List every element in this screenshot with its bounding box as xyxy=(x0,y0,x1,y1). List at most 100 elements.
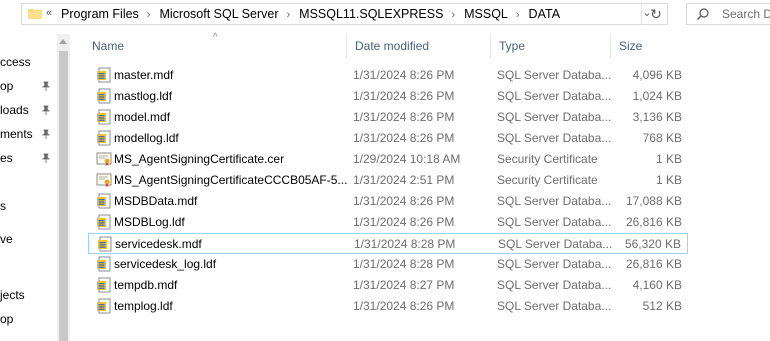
sql-file-icon xyxy=(96,109,112,125)
file-type: SQL Server Databa... xyxy=(497,89,611,103)
refresh-icon: ↻ xyxy=(650,6,662,22)
column-header-date-modified[interactable]: Date modified xyxy=(346,34,490,59)
file-date-modified: 1/29/2024 10:18 AM xyxy=(353,152,461,166)
nav-pane-scrollbar[interactable] xyxy=(57,34,70,341)
file-name: MSDBLog.ldf xyxy=(114,215,185,229)
breadcrumb-separator-icon[interactable]: › xyxy=(516,9,520,21)
file-name: master.mdf xyxy=(114,68,174,82)
file-row[interactable]: servicedesk_log.ldf 1/31/2024 8:28 PM SQL … xyxy=(88,254,688,275)
file-row[interactable]: tempdb.mdf 1/31/2024 8:27 PM SQL Server Da… xyxy=(88,275,688,296)
overflow-chevron-icon[interactable]: « xyxy=(46,7,52,19)
nav-item-3d-objects[interactable]: jects xyxy=(0,288,25,302)
scroll-up-arrow-icon[interactable] xyxy=(59,39,67,44)
nav-item-downloads[interactable]: loads xyxy=(0,103,29,117)
breadcrumb-item[interactable]: Microsoft SQL Server xyxy=(159,7,278,21)
sql-file-icon xyxy=(97,236,113,252)
breadcrumb-item-current[interactable]: DATA xyxy=(529,7,560,21)
nav-item-drive[interactable]: ve xyxy=(0,232,13,246)
file-name: model.mdf xyxy=(114,110,171,124)
nav-item-desktop[interactable]: op xyxy=(0,79,13,93)
pin-icon xyxy=(42,81,50,91)
file-row[interactable]: MSDBLog.ldf 1/31/2024 8:26 PM SQL Server D… xyxy=(88,212,688,233)
file-row[interactable]: modellog.ldf 1/31/2024 8:26 PM SQL Server … xyxy=(88,128,688,149)
file-size: 26,816 KB xyxy=(625,215,682,229)
file-type: SQL Server Databa... xyxy=(498,237,612,251)
nav-item-documents[interactable]: ments xyxy=(0,127,33,141)
address-bar-row: « Program Files › Microsoft SQL Server › MSS… xyxy=(0,0,770,30)
breadcrumb-separator-icon[interactable]: › xyxy=(147,9,151,21)
column-headers: ^ Name Date modified Type Size xyxy=(84,32,690,59)
file-name: servicedesk_log.ldf xyxy=(114,257,217,271)
pin-icon xyxy=(42,105,50,115)
file-date-modified: 1/31/2024 8:28 PM xyxy=(353,257,455,271)
breadcrumb-separator-icon[interactable]: › xyxy=(451,9,455,21)
search-icon xyxy=(697,8,709,20)
pin-icon xyxy=(42,153,50,163)
sql-file-icon xyxy=(96,130,112,146)
nav-item-pictures[interactable]: es xyxy=(0,151,13,165)
file-size: 4,096 KB xyxy=(632,68,682,82)
file-date-modified: 1/31/2024 2:51 PM xyxy=(353,173,455,187)
breadcrumb-item[interactable]: MSSQL xyxy=(464,7,508,21)
file-name: templog.ldf xyxy=(114,299,173,313)
file-type: SQL Server Databa... xyxy=(497,68,611,82)
file-type: SQL Server Databa... xyxy=(497,110,611,124)
column-header-type[interactable]: Type xyxy=(490,34,610,59)
breadcrumb: Program Files › Microsoft SQL Server › MSSQL… xyxy=(61,7,560,21)
file-type: SQL Server Databa... xyxy=(497,299,611,313)
pin-icon xyxy=(42,129,50,139)
search-placeholder: Search D xyxy=(722,7,770,21)
column-header-size[interactable]: Size xyxy=(610,34,690,59)
file-size: 26,816 KB xyxy=(625,257,682,271)
sql-file-icon xyxy=(96,277,112,293)
search-input[interactable]: Search D xyxy=(686,3,770,25)
file-row-selected[interactable]: servicedesk.mdf 1/31/2024 8:28 PM SQL Serv… xyxy=(88,233,688,254)
file-size: 56,320 KB xyxy=(624,237,681,251)
file-date-modified: 1/31/2024 8:26 PM xyxy=(353,68,455,82)
breadcrumb-separator-icon[interactable]: › xyxy=(286,9,290,21)
file-name: modellog.ldf xyxy=(114,131,179,145)
breadcrumb-item[interactable]: MSSQL11.SQLEXPRESS xyxy=(299,7,443,21)
file-size: 768 KB xyxy=(642,131,682,145)
nav-item-quick-access[interactable]: ccess xyxy=(0,55,31,69)
address-bar[interactable]: « Program Files › Microsoft SQL Server › MSS… xyxy=(21,3,668,25)
file-date-modified: 1/31/2024 8:26 PM xyxy=(353,299,455,313)
file-name: mastlog.ldf xyxy=(114,89,173,103)
file-type: Security Certificate xyxy=(497,173,598,187)
sql-file-icon xyxy=(96,67,112,83)
sql-file-icon xyxy=(96,88,112,104)
file-size: 17,088 KB xyxy=(625,194,682,208)
file-date-modified: 1/31/2024 8:26 PM xyxy=(353,215,455,229)
file-type: Security Certificate xyxy=(497,152,598,166)
file-row[interactable]: mastlog.ldf 1/31/2024 8:26 PM SQL Server D… xyxy=(88,86,688,107)
nav-item-desktop-2[interactable]: op xyxy=(0,312,13,326)
scrollbar-thumb[interactable] xyxy=(59,51,68,341)
file-row[interactable]: templog.ldf 1/31/2024 8:26 PM SQL Server D… xyxy=(88,296,688,317)
sql-file-icon xyxy=(96,214,112,230)
file-row[interactable]: model.mdf 1/31/2024 8:26 PM SQL Server Dat… xyxy=(88,107,688,128)
file-date-modified: 1/31/2024 8:26 PM xyxy=(353,194,455,208)
file-name: servicedesk.mdf xyxy=(115,237,202,251)
file-type: SQL Server Databa... xyxy=(497,131,611,145)
file-date-modified: 1/31/2024 8:26 PM xyxy=(353,110,455,124)
navigation-pane: ccess op loads ments es s ve jects op xyxy=(0,34,55,341)
file-size: 1,024 KB xyxy=(632,89,682,103)
file-row[interactable]: MSDBData.mdf 1/31/2024 8:26 PM SQL Server … xyxy=(88,191,688,212)
file-size: 4,160 KB xyxy=(632,278,682,292)
file-row[interactable]: MS_AgentSigningCertificate.cer 1/29/2024 … xyxy=(88,149,688,170)
file-date-modified: 1/31/2024 8:28 PM xyxy=(354,237,456,251)
refresh-button[interactable]: ↻ xyxy=(641,3,670,25)
column-header-name[interactable]: Name xyxy=(84,34,346,59)
certificate-icon xyxy=(96,172,112,188)
file-name: tempdb.mdf xyxy=(114,278,178,292)
breadcrumb-item[interactable]: Program Files xyxy=(61,7,139,21)
sql-file-icon xyxy=(96,298,112,314)
file-name: MS_AgentSigningCertificate.cer xyxy=(114,152,285,166)
file-row[interactable]: master.mdf 1/31/2024 8:26 PM SQL Server Da… xyxy=(88,65,688,86)
file-size: 512 KB xyxy=(642,299,682,313)
file-row[interactable]: MS_AgentSigningCertificateCCCB05AF-5... 1… xyxy=(88,170,688,191)
file-name: MS_AgentSigningCertificateCCCB05AF-5... xyxy=(114,173,348,187)
file-size: 1 KB xyxy=(655,173,682,187)
nav-item-folder[interactable]: s xyxy=(0,199,6,213)
sql-file-icon xyxy=(96,256,112,272)
